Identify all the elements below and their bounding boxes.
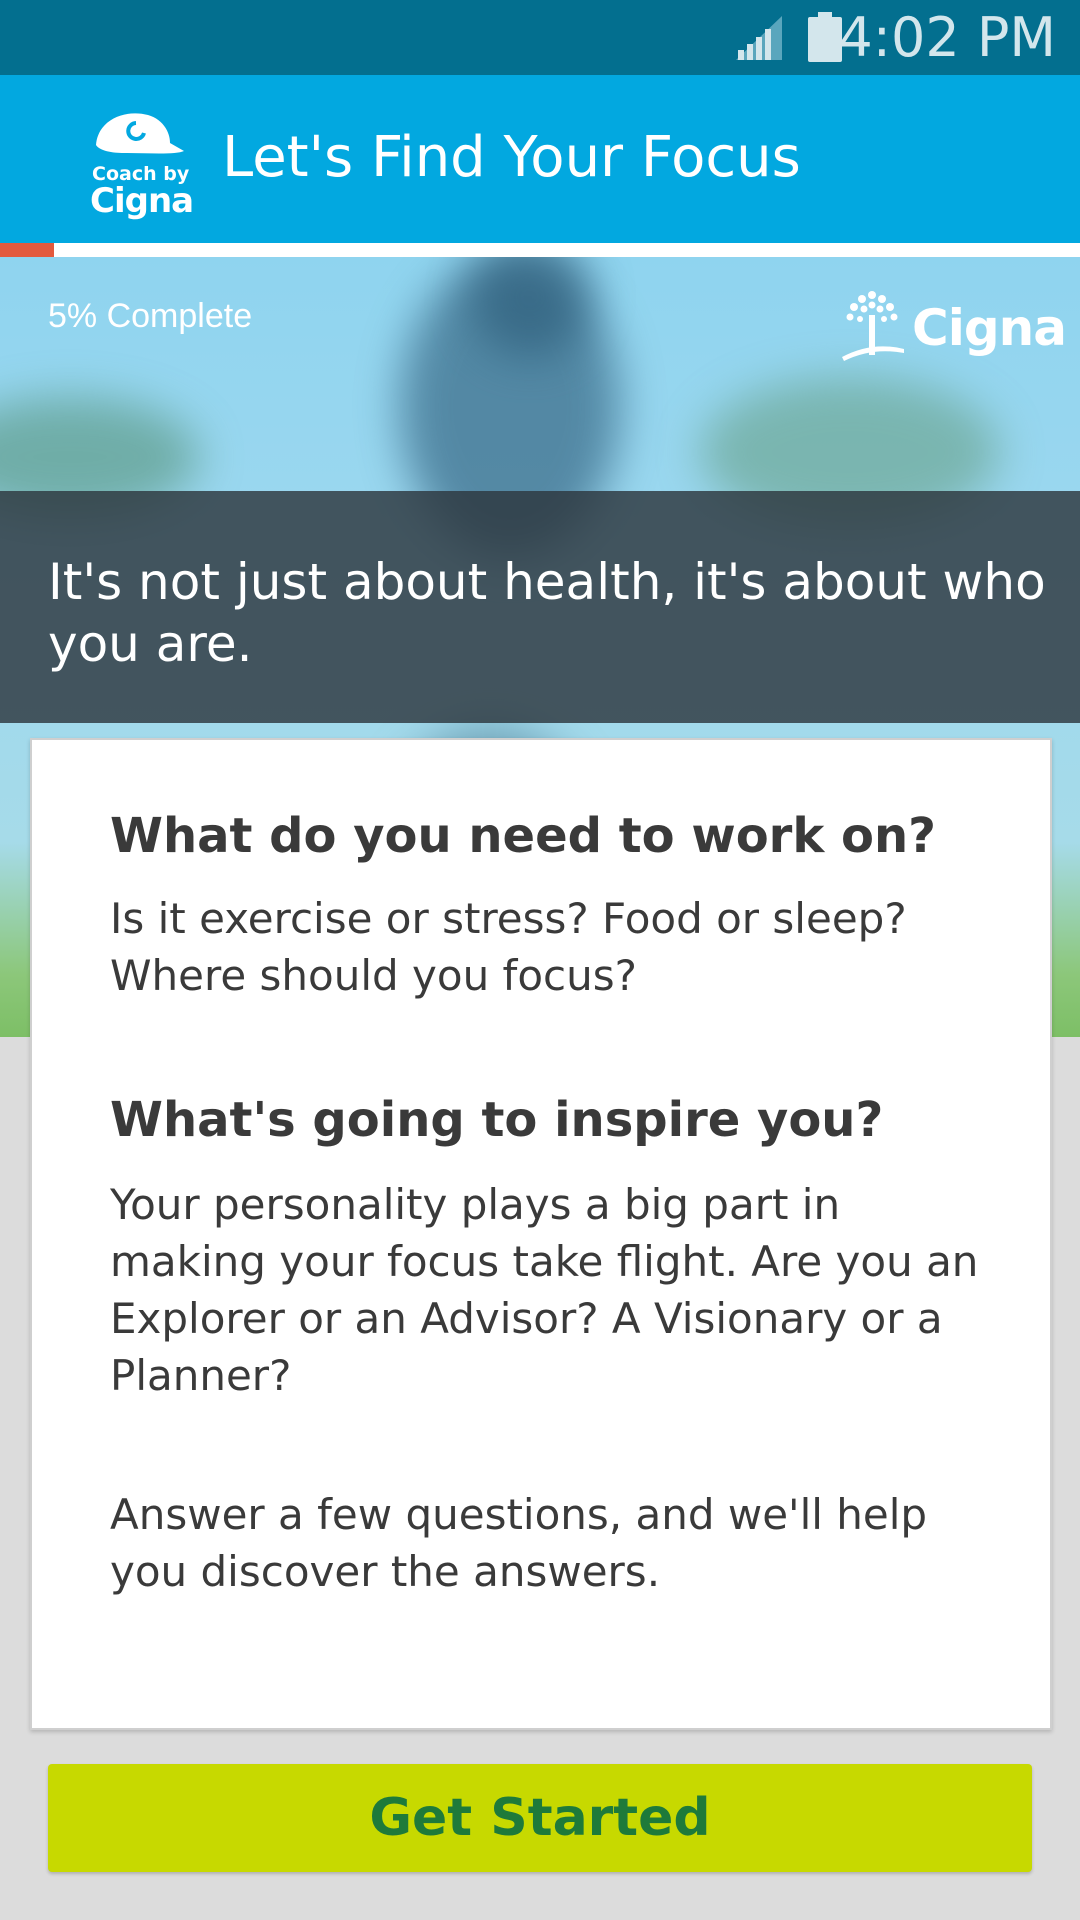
card-body-inspire: Your personality plays a big part in mak… [110,1180,979,1400]
battery-icon [808,12,842,62]
status-bar: 4:02 PM [0,0,1080,75]
hero-tagline: It's not just about health, it's about w… [48,553,1046,673]
cigna-tree-logo-icon [842,291,904,361]
progress-bar [0,243,1080,257]
logo-cigna: Cigna [90,181,194,221]
card-body-answer: Answer a few questions, and we'll help y… [110,1490,928,1596]
card-heading-work-on: What do you need to work on? [110,808,936,864]
progress-label: 5% Complete [48,297,253,335]
get-started-button[interactable]: Get Started [48,1764,1032,1872]
card-body-work-on: Is it exercise or stress? Food or sleep?… [110,894,907,1000]
info-card: What do you need to work on? Is it exerc… [30,738,1052,1730]
cigna-brand: Cigna [912,299,1067,357]
hero-banner: It's not just about health, it's about w… [0,491,1080,723]
status-time: 4:02 PM [838,6,1056,69]
progress-fill [0,243,54,257]
card-heading-inspire: What's going to inspire you? [110,1092,884,1148]
app-bar: Coach by Cigna Let's Find Your Focus [0,75,1080,243]
page-title: Let's Find Your Focus [222,125,801,190]
signal-icon [736,16,782,60]
